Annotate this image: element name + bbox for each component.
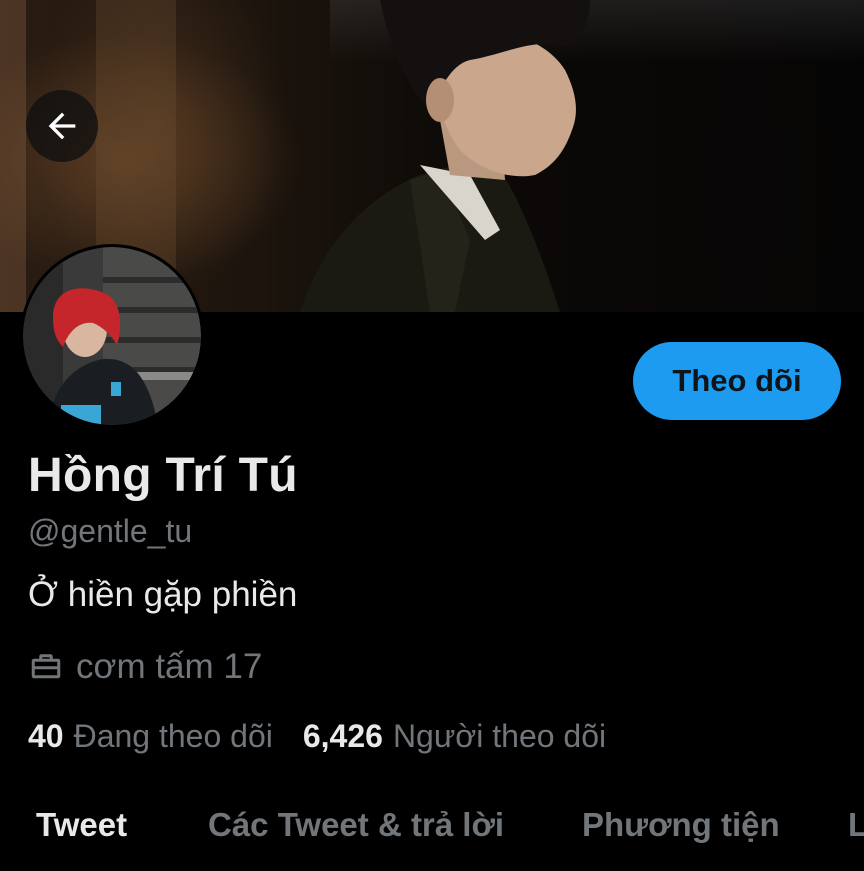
display-name: Hồng Trí Tú (28, 449, 298, 502)
following-count: 40 (28, 718, 64, 754)
profile-work: cơm tấm 17 (28, 647, 262, 687)
followers-link[interactable]: 6,426 Người theo dõi (303, 718, 606, 755)
profile-avatar[interactable] (20, 244, 204, 428)
tab-tweets[interactable]: Tweet (36, 806, 127, 844)
profile-tabs: Tweet Các Tweet & trả lời Phương tiện L (0, 790, 864, 871)
back-button[interactable] (26, 90, 98, 162)
work-label: cơm tấm 17 (76, 647, 263, 686)
profile-page: Theo dõi Hồng Trí Tú @gentle_tu Ở hiền g… (0, 0, 864, 871)
tab-media[interactable]: Phương tiện (582, 806, 780, 844)
following-link[interactable]: 40 Đang theo dõi (28, 718, 273, 755)
profile-stats: 40 Đang theo dõi 6,426 Người theo dõi (28, 718, 606, 755)
follow-button[interactable]: Theo dõi (633, 342, 841, 420)
followers-label: Người theo dõi (392, 718, 607, 754)
following-label: Đang theo dõi (73, 718, 273, 754)
profile-handle: @gentle_tu (28, 513, 193, 549)
tab-likes[interactable]: L (848, 806, 864, 844)
profile-bio: Ở hiền gặp phiền (28, 575, 298, 614)
tab-tweets-and-replies[interactable]: Các Tweet & trả lời (208, 806, 504, 844)
briefcase-icon (31, 654, 61, 679)
avatar-photo (23, 247, 201, 425)
arrow-left-icon (48, 112, 76, 140)
followers-count: 6,426 (302, 718, 383, 754)
